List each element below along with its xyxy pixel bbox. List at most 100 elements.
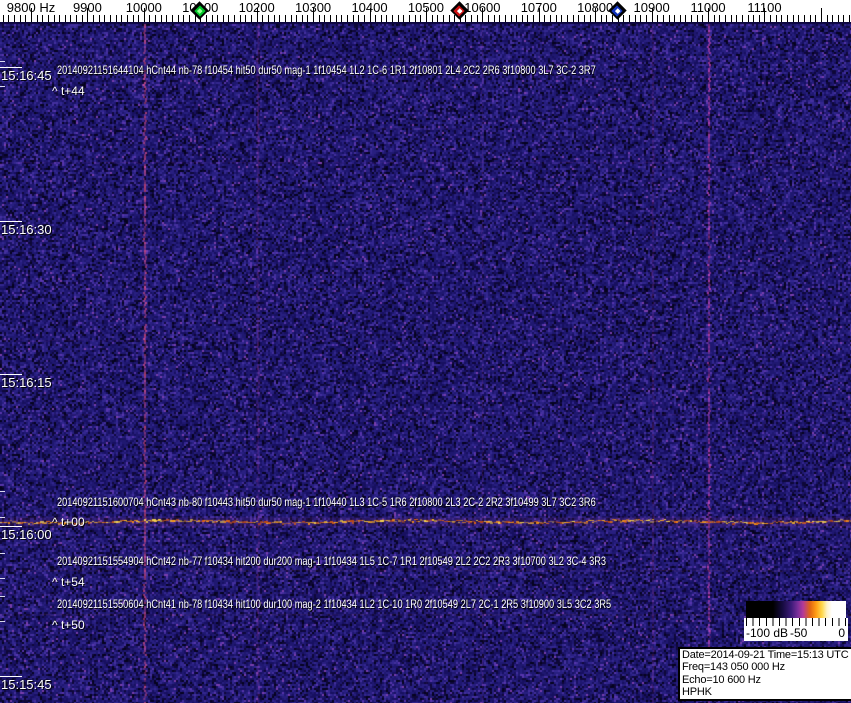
marker-red-diamond-icon[interactable] [451, 2, 469, 20]
freq-tick-minor [556, 15, 557, 22]
freq-tick-minor [646, 15, 647, 22]
freq-tick-major [821, 8, 822, 22]
time-label: 15:16:30 [1, 222, 52, 237]
freq-tick-minor [42, 15, 43, 22]
freq-tick-minor [606, 15, 607, 22]
freq-tick-minor [217, 15, 218, 22]
echo-time-tick [0, 621, 5, 622]
freq-tick-minor [375, 15, 376, 22]
freq-tick-minor [748, 15, 749, 22]
freq-tick-minor [25, 15, 26, 22]
time-label: 15:15:45 [1, 677, 52, 692]
freq-tick-minor [189, 15, 190, 22]
freq-tick-minor [99, 15, 100, 22]
freq-tick-minor [787, 15, 788, 22]
info-frequency: Freq=143 050 000 Hz [682, 661, 849, 673]
echo-time-tick [0, 596, 5, 597]
color-scale-min-label: -100 dB [746, 626, 788, 640]
freq-tick-minor [815, 15, 816, 22]
freq-tick-minor [166, 15, 167, 22]
freq-tick-minor [93, 15, 94, 22]
freq-tick-minor [285, 15, 286, 22]
marker-green-diamond-icon[interactable] [191, 2, 209, 20]
freq-tick-minor [347, 15, 348, 22]
freq-label: 10000 [126, 0, 162, 15]
freq-tick-minor [550, 15, 551, 22]
echo-time-tick [0, 491, 5, 492]
freq-tick-minor [251, 15, 252, 22]
freq-tick-minor [262, 15, 263, 22]
freq-tick-minor [680, 15, 681, 22]
freq-tick-minor [3, 15, 4, 22]
freq-tick-minor [827, 15, 828, 22]
freq-label: 10300 [295, 0, 331, 15]
freq-tick-minor [849, 15, 850, 22]
freq-tick-minor [499, 15, 500, 22]
freq-tick-minor [437, 15, 438, 22]
freq-tick-minor [742, 15, 743, 22]
freq-tick-minor [443, 15, 444, 22]
freq-label: 10200 [239, 0, 275, 15]
freq-tick-minor [494, 15, 495, 22]
freq-tick-minor [54, 15, 55, 22]
freq-tick-minor [161, 15, 162, 22]
freq-tick-minor [82, 15, 83, 22]
time-label: 15:16:45 [1, 68, 52, 83]
freq-tick-minor [449, 15, 450, 22]
freq-label: 11000 [690, 0, 725, 15]
freq-tick-minor [172, 15, 173, 22]
freq-tick-minor [8, 15, 9, 22]
freq-label: 9900 [73, 0, 102, 15]
freq-tick-minor [274, 15, 275, 22]
freq-tick-minor [804, 15, 805, 22]
freq-tick-minor [121, 15, 122, 22]
freq-tick-minor [245, 15, 246, 22]
color-scale: -100 dB -50 0 [744, 601, 848, 641]
freq-tick-minor [640, 15, 641, 22]
freq-tick-minor [398, 15, 399, 22]
freq-tick-minor [657, 15, 658, 22]
freq-label: 10600 [464, 0, 500, 15]
color-scale-ticks [746, 618, 846, 626]
freq-tick-minor [561, 15, 562, 22]
freq-tick-minor [477, 15, 478, 22]
freq-tick-minor [268, 15, 269, 22]
freq-tick-minor [669, 15, 670, 22]
freq-tick-minor [403, 15, 404, 22]
freq-tick-minor [183, 15, 184, 22]
freq-tick-minor [753, 15, 754, 22]
freq-tick-minor [353, 15, 354, 22]
freq-tick-minor [341, 15, 342, 22]
spectrogram-app-window: 9800 Hz990010000101001020010300104001050… [0, 0, 851, 703]
echo-annotation: 20140921151600704 hCnt43 nb-80 f10443 hi… [57, 495, 596, 509]
freq-tick-minor [104, 15, 105, 22]
color-scale-ruler: -100 dB -50 0 [744, 618, 848, 641]
freq-tick-minor [155, 15, 156, 22]
freq-label: 10500 [408, 0, 444, 15]
freq-tick-minor [14, 15, 15, 22]
freq-tick-minor [590, 15, 591, 22]
freq-tick-minor [59, 15, 60, 22]
freq-tick-minor [116, 15, 117, 22]
echo-annotation: 20140921151644104 hCnt44 nb-78 f10454 hi… [57, 63, 596, 77]
freq-tick-minor [37, 15, 38, 22]
freq-label: 10900 [634, 0, 670, 15]
freq-tick-minor [358, 15, 359, 22]
freq-label: 10700 [521, 0, 557, 15]
freq-tick-minor [810, 15, 811, 22]
color-scale-max-label: 0 [838, 626, 845, 640]
freq-tick-minor [793, 15, 794, 22]
freq-tick-minor [291, 15, 292, 22]
freq-tick-minor [127, 15, 128, 22]
freq-tick-minor [381, 15, 382, 22]
freq-tick-minor [533, 15, 534, 22]
freq-tick-minor [635, 15, 636, 22]
info-echo: Echo=10 600 Hz [682, 674, 849, 686]
echo-time-tick [0, 86, 5, 87]
info-station-id: HPHK [682, 686, 849, 698]
echo-time-pointer: ^ t+50 [52, 618, 85, 632]
info-box: Date=2014-09-21 Time=15:13 UTC Freq=143 … [678, 647, 851, 701]
echo-time-tick [0, 61, 5, 62]
freq-tick-minor [691, 15, 692, 22]
marker-blue-diamond-icon[interactable] [609, 2, 627, 20]
